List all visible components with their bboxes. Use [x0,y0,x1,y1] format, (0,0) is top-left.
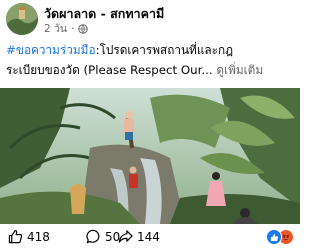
meta-separator: · [71,22,75,35]
see-more-link[interactable]: ดูเพิ่มเติม [216,63,263,77]
post-photo[interactable] [0,88,300,224]
like-count: 418 [27,229,50,244]
caption-line-2: ระเบียบของวัด (Please Respect Our... [6,63,213,77]
like-reaction-icon [266,229,282,245]
comment-stat[interactable]: 50 [86,229,120,244]
thumbs-up-icon [8,230,23,244]
hashtag-link[interactable]: #ขอความร่วมมือ [6,43,96,57]
share-count: 144 [137,229,160,244]
globe-icon [78,23,89,34]
comment-icon [86,229,100,244]
reaction-summary[interactable] [266,229,294,245]
like-stat[interactable]: 418 [8,229,50,244]
post-header: วัดผาลาด - สกทาคามี 2 วัน · [0,0,300,40]
post-time[interactable]: 2 วัน [44,20,67,37]
post-stats-bar: 418 50 144 [0,225,300,249]
share-stat[interactable]: 144 [118,229,160,244]
post-caption: #ขอความร่วมมือ:โปรดเคารพสถานที่และกฎ ระเ… [6,40,296,80]
page-avatar[interactable] [6,3,38,35]
share-icon [118,230,133,243]
post-meta: 2 วัน · [44,20,89,37]
caption-line-1: :โปรดเคารพสถานที่และกฎ [95,43,234,57]
